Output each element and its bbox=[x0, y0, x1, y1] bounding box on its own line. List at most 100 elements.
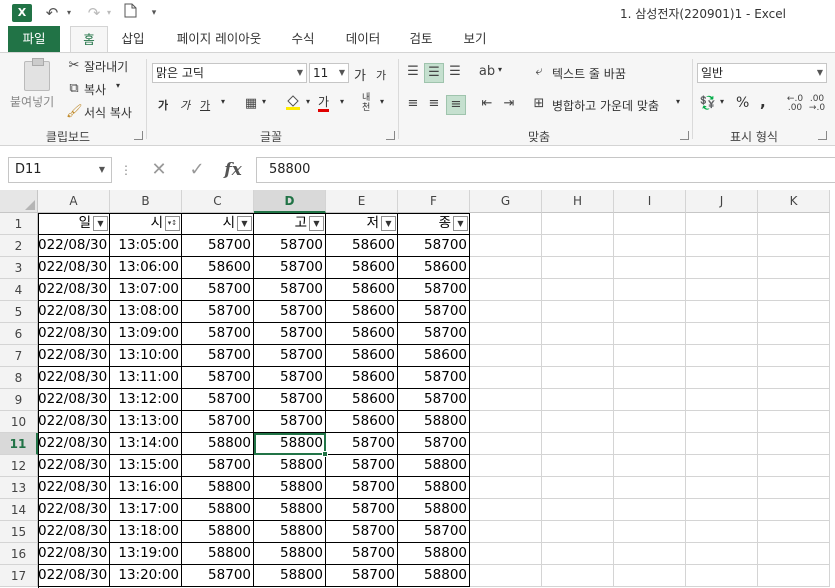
cell[interactable]: 58700 bbox=[254, 235, 326, 257]
cell[interactable] bbox=[542, 235, 614, 257]
cell[interactable]: 58800 bbox=[254, 521, 326, 543]
cell[interactable]: 58800 bbox=[182, 521, 254, 543]
cell[interactable] bbox=[686, 235, 758, 257]
cell[interactable]: 58700 bbox=[182, 411, 254, 433]
align-bottom-icon[interactable]: ☰ bbox=[446, 63, 464, 81]
cell[interactable] bbox=[758, 213, 830, 235]
cell[interactable] bbox=[542, 433, 614, 455]
cell[interactable] bbox=[470, 411, 542, 433]
copy-button[interactable]: 복사 bbox=[84, 81, 106, 98]
cell[interactable]: 58700 bbox=[182, 235, 254, 257]
cell[interactable]: 58800 bbox=[398, 543, 470, 565]
cell[interactable]: 58600 bbox=[326, 367, 398, 389]
cell[interactable]: 58700 bbox=[182, 389, 254, 411]
cell[interactable]: 58600 bbox=[326, 411, 398, 433]
tab-file[interactable]: 파일 bbox=[8, 26, 60, 52]
cell[interactable] bbox=[542, 521, 614, 543]
filter-dropdown-icon[interactable]: ▼ bbox=[453, 216, 468, 231]
cell[interactable]: 58800 bbox=[254, 565, 326, 587]
cell[interactable] bbox=[758, 367, 830, 389]
cell[interactable] bbox=[758, 477, 830, 499]
cell[interactable] bbox=[542, 323, 614, 345]
cell[interactable]: 022/08/30 bbox=[38, 565, 110, 587]
cell[interactable] bbox=[686, 543, 758, 565]
cell[interactable]: 58700 bbox=[326, 499, 398, 521]
cell[interactable]: 58600 bbox=[326, 389, 398, 411]
font-size-dropdown-icon[interactable]: ▼ bbox=[339, 64, 345, 82]
cell[interactable]: 58800 bbox=[254, 455, 326, 477]
cell[interactable]: 022/08/30 bbox=[38, 499, 110, 521]
number-format-dropdown-icon[interactable]: ▼ bbox=[817, 64, 823, 82]
cell[interactable]: 022/08/30 bbox=[38, 543, 110, 565]
phonetic-dropdown-icon[interactable]: ▾ bbox=[380, 97, 384, 106]
cell[interactable] bbox=[758, 389, 830, 411]
row-header[interactable]: 11 bbox=[0, 433, 38, 455]
row-header[interactable]: 10 bbox=[0, 411, 38, 433]
cell[interactable]: 022/08/30 bbox=[38, 235, 110, 257]
cell[interactable]: 022/08/30 bbox=[38, 323, 110, 345]
filter-dropdown-icon[interactable]: ▼ bbox=[93, 216, 108, 231]
cell[interactable] bbox=[470, 235, 542, 257]
cell[interactable]: 58600 bbox=[326, 345, 398, 367]
cell[interactable] bbox=[470, 323, 542, 345]
cell[interactable] bbox=[470, 301, 542, 323]
font-name-dropdown-icon[interactable]: ▼ bbox=[297, 64, 303, 82]
number-launcher-icon[interactable] bbox=[818, 131, 827, 140]
format-painter-icon[interactable]: 🖌 bbox=[66, 103, 83, 121]
cell[interactable]: 58700 bbox=[326, 433, 398, 455]
cell[interactable] bbox=[614, 213, 686, 235]
cell[interactable]: 58700 bbox=[182, 367, 254, 389]
cell[interactable]: 022/08/30 bbox=[38, 455, 110, 477]
row-header[interactable]: 4 bbox=[0, 279, 38, 301]
cell[interactable] bbox=[758, 235, 830, 257]
align-top-icon[interactable]: ☰ bbox=[404, 63, 422, 81]
underline-button[interactable]: 가 bbox=[200, 97, 210, 113]
cell[interactable]: 58800 bbox=[182, 477, 254, 499]
cell[interactable]: 13:09:00 bbox=[110, 323, 182, 345]
cell[interactable] bbox=[686, 521, 758, 543]
cell[interactable] bbox=[470, 521, 542, 543]
row-header[interactable]: 1 bbox=[0, 213, 38, 235]
cell[interactable] bbox=[542, 477, 614, 499]
tab-formulas[interactable]: 수식 bbox=[282, 26, 324, 52]
cell[interactable] bbox=[686, 499, 758, 521]
cell[interactable] bbox=[542, 455, 614, 477]
decrease-indent-icon[interactable]: ⇤ bbox=[478, 95, 496, 113]
column-header-g[interactable]: G bbox=[470, 190, 542, 213]
cell[interactable] bbox=[614, 235, 686, 257]
cell[interactable] bbox=[758, 565, 830, 587]
row-header[interactable]: 14 bbox=[0, 499, 38, 521]
row-header[interactable]: 3 bbox=[0, 257, 38, 279]
align-center-icon[interactable]: ≡ bbox=[424, 95, 444, 113]
cell[interactable]: 13:10:00 bbox=[110, 345, 182, 367]
cell[interactable]: 58600 bbox=[398, 257, 470, 279]
cell[interactable] bbox=[614, 345, 686, 367]
number-format-box[interactable]: 일반 ▼ bbox=[697, 63, 827, 83]
cell[interactable]: 58700 bbox=[398, 235, 470, 257]
row-header[interactable]: 16 bbox=[0, 543, 38, 565]
cell[interactable] bbox=[470, 345, 542, 367]
cell[interactable]: 58600 bbox=[182, 257, 254, 279]
cell[interactable] bbox=[470, 257, 542, 279]
cell[interactable] bbox=[614, 301, 686, 323]
cell[interactable] bbox=[470, 433, 542, 455]
wrap-text-button[interactable]: 텍스트 줄 바꿈 bbox=[552, 65, 626, 82]
orientation-icon[interactable]: ab bbox=[478, 63, 496, 81]
fill-color-dropdown-icon[interactable]: ▾ bbox=[306, 97, 310, 106]
filter-dropdown-icon[interactable]: ▼ bbox=[309, 216, 324, 231]
cell[interactable] bbox=[686, 367, 758, 389]
insert-function-button[interactable]: fx bbox=[218, 157, 248, 183]
redo-icon[interactable]: ↷ bbox=[84, 3, 104, 23]
tab-insert[interactable]: 삽입 bbox=[112, 26, 154, 52]
cell[interactable]: 58800 bbox=[398, 565, 470, 587]
cell[interactable]: 58600 bbox=[398, 345, 470, 367]
cell[interactable]: 58700 bbox=[254, 411, 326, 433]
cell[interactable] bbox=[686, 411, 758, 433]
paste-button[interactable]: 붙여넣기 bbox=[10, 93, 54, 110]
cell[interactable]: 022/08/30 bbox=[38, 433, 110, 455]
tab-view[interactable]: 보기 bbox=[454, 26, 496, 52]
italic-button[interactable]: 가 bbox=[180, 97, 190, 113]
font-size-box[interactable]: 11 ▼ bbox=[309, 63, 349, 83]
fill-color-icon[interactable] bbox=[284, 93, 302, 117]
column-header-c[interactable]: C bbox=[182, 190, 254, 213]
